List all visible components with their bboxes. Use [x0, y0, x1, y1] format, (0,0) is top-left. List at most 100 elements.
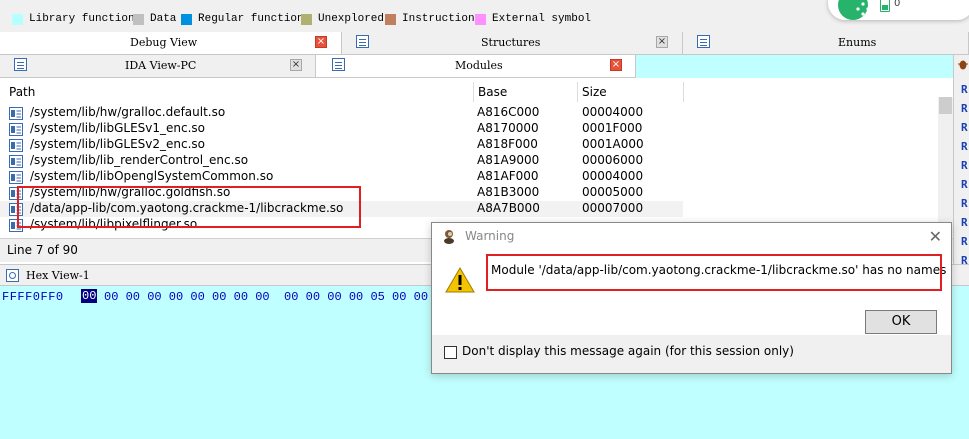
dont-display-checkbox[interactable]: [444, 346, 457, 359]
highlight-box: [17, 186, 361, 228]
ida-app-icon: [444, 230, 454, 244]
close-icon[interactable]: ×: [656, 36, 668, 48]
ok-button[interactable]: OK: [865, 310, 937, 334]
right-side-panel: R R R R R R R R R R: [953, 55, 969, 267]
tab-label: Structures: [481, 36, 541, 49]
row-size: 00007000: [582, 201, 644, 215]
row-base: A816C000: [477, 105, 540, 119]
row-size: 00005000: [582, 185, 644, 199]
register-marker: R: [961, 102, 968, 115]
hex-bytes: 00 00 00 00 00 00 00 00 00 00 00 00 05 0…: [104, 290, 429, 304]
highlight-box: [486, 254, 942, 291]
close-icon[interactable]: ×: [290, 59, 302, 71]
tab-debug-view[interactable]: Debug View ×: [0, 32, 342, 55]
tab-modules[interactable]: Modules ×: [316, 55, 636, 78]
legend-swatch: [133, 13, 144, 25]
app-status-icon[interactable]: [838, 0, 870, 20]
register-marker: R: [961, 235, 968, 248]
row-size: 00006000: [582, 153, 644, 167]
row-size: 0001A000: [582, 137, 644, 151]
column-divider[interactable]: [473, 82, 474, 102]
table-row[interactable]: /system/lib/hw/gralloc.default.so A816C0…: [0, 105, 683, 121]
module-file-icon: [9, 123, 23, 136]
legend-item-unexplored: Unexplored: [301, 12, 384, 26]
table-row[interactable]: /system/lib/lib_renderControl_enc.so A81…: [0, 153, 683, 169]
hex-view-title: Hex View-1: [26, 269, 90, 282]
table-row[interactable]: /system/lib/libGLESv1_enc.so A8170000 00…: [0, 121, 683, 137]
warning-dialog: Warning ✕ Module '/data/app-lib/com.yaot…: [431, 222, 952, 374]
hex-cursor-byte[interactable]: 00: [81, 289, 98, 303]
row-base: A818F000: [477, 137, 538, 151]
column-divider[interactable]: [577, 82, 578, 102]
scroll-thumb[interactable]: [939, 97, 952, 114]
vertical-scrollbar[interactable]: [938, 97, 953, 237]
battery-icon: [880, 0, 890, 12]
legend-swatch: [181, 13, 192, 25]
hex-address: FFFF0FF0: [2, 290, 64, 304]
warning-icon: [445, 267, 475, 293]
column-header-size[interactable]: Size: [582, 85, 607, 99]
row-base: A8A7B000: [477, 201, 540, 215]
register-marker: R: [961, 140, 968, 153]
register-marker: R: [961, 216, 968, 229]
tab-label: Enums: [838, 36, 877, 49]
column-divider[interactable]: [683, 82, 684, 102]
legend-item-library-function: Library function: [12, 12, 135, 26]
ida-view-icon: [14, 58, 27, 71]
row-size: 0001F000: [582, 121, 643, 135]
row-base: A81A9000: [477, 153, 540, 167]
legend-item-regular-function: Regular function: [181, 12, 304, 26]
row-path: /system/lib/libGLESv1_enc.so: [30, 121, 205, 135]
module-file-icon: [9, 155, 23, 168]
legend-label: External symbol: [492, 13, 592, 25]
column-header-base[interactable]: Base: [478, 85, 507, 99]
legend-label: Unexplored: [318, 13, 385, 25]
register-marker: R: [961, 159, 968, 172]
legend-swatch: [301, 13, 312, 25]
register-marker: R: [961, 197, 968, 210]
legend-item-external-symbol: External symbol: [475, 12, 591, 26]
row-path: /system/lib/hw/gralloc.default.so: [30, 105, 226, 119]
register-marker: R: [961, 121, 968, 134]
row-size: 00004000: [582, 105, 644, 119]
tab-ida-view-pc[interactable]: IDA View-PC ×: [0, 55, 316, 78]
dialog-footer: Don't display this message again (for th…: [432, 335, 951, 373]
legend-label: Data: [150, 13, 177, 25]
row-path: /system/lib/lib_renderControl_enc.so: [30, 153, 249, 167]
close-icon[interactable]: ×: [315, 36, 327, 48]
structures-icon: [356, 35, 369, 48]
legend-label: Library function: [29, 13, 135, 25]
status-pill[interactable]: 0: [828, 0, 969, 20]
row-size: 00004000: [582, 169, 644, 183]
dont-display-label[interactable]: Don't display this message again (for th…: [462, 344, 794, 358]
hex-view-icon: [6, 269, 19, 282]
bug-icon: [958, 60, 968, 70]
register-marker: R: [961, 178, 968, 191]
row-path: /system/lib/libOpenglSystemCommon.so: [30, 169, 274, 183]
table-row[interactable]: /system/lib/libGLESv2_enc.so A818F000 00…: [0, 137, 683, 153]
register-marker: R: [961, 83, 968, 96]
row-path: /system/lib/libGLESv2_enc.so: [30, 137, 205, 151]
modules-icon: [332, 58, 345, 71]
tab-structures[interactable]: Structures ×: [342, 32, 683, 55]
table-row[interactable]: /system/lib/libOpenglSystemCommon.so A81…: [0, 169, 683, 185]
dots-icon: [856, 2, 870, 16]
legend-label: Regular function: [198, 13, 304, 25]
module-file-icon: [9, 139, 23, 152]
close-icon[interactable]: ×: [610, 59, 622, 71]
legend-item-data: Data: [133, 12, 176, 26]
close-icon[interactable]: ✕: [929, 227, 942, 246]
column-header-path[interactable]: Path: [9, 85, 35, 99]
legend-item-instruction: Instruction: [385, 12, 475, 26]
legend-label: Instruction: [402, 13, 475, 25]
legend-swatch: [475, 13, 486, 25]
tab-label: Modules: [455, 59, 503, 72]
tab-strip-empty: [636, 55, 953, 78]
row-base: A81AF000: [477, 169, 539, 183]
legend-swatch: [12, 13, 23, 25]
legend-bar: Library function Data Regular function U…: [0, 0, 969, 32]
tab-enums[interactable]: Enums: [683, 32, 969, 55]
dialog-title: Warning: [465, 229, 515, 243]
tab-label: IDA View-PC: [125, 59, 197, 72]
tab-label: Debug View: [130, 36, 198, 49]
